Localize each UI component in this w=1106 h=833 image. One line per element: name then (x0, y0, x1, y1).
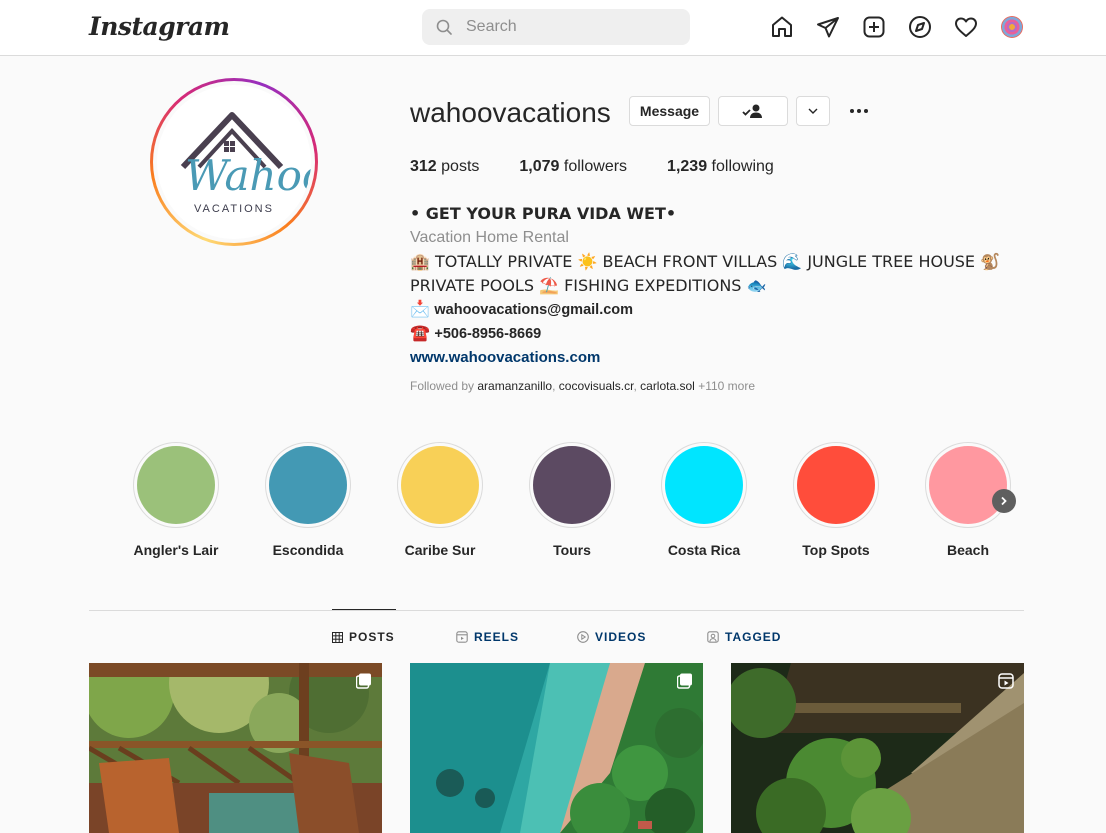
active-tab-indicator (332, 609, 396, 610)
bio-website-link[interactable]: www.wahoovacations.com (410, 349, 600, 366)
story-highlight[interactable]: Costa Rica (661, 442, 747, 558)
reel-icon (998, 673, 1014, 689)
highlight-label: Caribe Sur (404, 542, 476, 558)
new-post-icon[interactable] (862, 15, 886, 39)
highlight-cover (665, 446, 743, 524)
highlight-cover (269, 446, 347, 524)
story-highlight[interactable]: Escondida (265, 442, 351, 558)
bio-category: Vacation Home Rental (410, 229, 569, 246)
highlight-cover (401, 446, 479, 524)
highlight-label: Angler's Lair (133, 542, 219, 558)
home-icon[interactable] (770, 15, 794, 39)
tab-reels[interactable]: REELS (456, 630, 519, 644)
grid-icon (332, 631, 343, 643)
search-input[interactable] (466, 9, 676, 45)
following-button[interactable] (718, 96, 788, 126)
highlight-ring (661, 442, 747, 528)
profile-stats: 312 posts 1,079 followers 1,239 followin… (410, 158, 774, 176)
bio-line-amenities: 🏨 TOTALLY PRIVATE ☀️ BEACH FRONT VILLAS … (410, 252, 1001, 271)
search-bar[interactable] (422, 9, 690, 45)
paper-plane-icon[interactable] (816, 15, 840, 39)
highlight-label: Escondida (272, 542, 344, 558)
suggested-accounts-button[interactable] (796, 96, 830, 126)
highlight-ring (925, 442, 1011, 528)
explore-icon[interactable] (908, 15, 932, 39)
profile-bio: • GET YOUR PURA VIDA WET• Vacation Home … (410, 202, 1000, 370)
logo-sub-text: VACATIONS (194, 203, 274, 215)
message-button[interactable]: Message (629, 96, 710, 126)
carousel-icon (356, 673, 371, 689)
story-highlight[interactable]: Top Spots (793, 442, 879, 558)
highlight-ring (397, 442, 483, 528)
stat-followers[interactable]: 1,079 followers (519, 158, 627, 176)
palapa-garden-image (731, 663, 1024, 833)
profile-avatar-ring[interactable]: Wahoo VACATIONS (150, 78, 318, 246)
heart-icon[interactable] (954, 15, 978, 39)
reels-icon (456, 631, 468, 643)
search-icon (436, 19, 452, 35)
user-check-icon (742, 104, 762, 118)
bio-phone: +506-8956-8669 (434, 326, 542, 342)
highlight-cover (137, 446, 215, 524)
jungle-terrace-post[interactable] (89, 663, 382, 833)
top-navbar: Instagram (0, 0, 1106, 56)
profile-avatar[interactable] (1001, 16, 1023, 38)
bio-line-pools: PRIVATE POOLS ⛱️ FISHING EXPEDITIONS 🐟 (410, 276, 767, 295)
highlight-cover (533, 446, 611, 524)
highlight-label: Tours (553, 542, 591, 558)
more-options-icon[interactable] (847, 99, 871, 123)
logo-script-text: Wahoo (185, 151, 311, 200)
palapa-garden-post[interactable] (731, 663, 1024, 833)
instagram-logo[interactable]: Instagram (89, 12, 230, 41)
stat-following[interactable]: 1,239 following (667, 158, 774, 176)
tabs-divider (89, 610, 1024, 611)
story-highlight[interactable]: Caribe Sur (397, 442, 483, 558)
bio-email: wahoovacations@gmail.com (434, 302, 634, 318)
highlight-ring (529, 442, 615, 528)
envelope-icon: 📩 (410, 301, 430, 318)
highlight-cover (797, 446, 875, 524)
highlight-label: Top Spots (802, 542, 870, 558)
tab-tagged[interactable]: TAGGED (707, 630, 781, 644)
aerial-beach-post[interactable] (410, 663, 703, 833)
highlight-label: Beach (946, 542, 990, 558)
tab-posts[interactable]: POSTS (332, 630, 395, 644)
profile-picture: Wahoo VACATIONS (157, 85, 311, 239)
highlight-ring (133, 442, 219, 528)
highlight-ring (793, 442, 879, 528)
highlight-label: Costa Rica (667, 542, 741, 558)
story-highlight[interactable]: Angler's Lair (133, 442, 219, 558)
stat-posts[interactable]: 312 posts (410, 158, 479, 176)
jungle-terrace-image (89, 663, 382, 833)
bio-headline: • GET YOUR PURA VIDA WET• (410, 204, 677, 223)
chevron-down-icon (808, 108, 818, 114)
tagged-icon (707, 631, 719, 643)
highlight-ring (265, 442, 351, 528)
phone-icon: ☎️ (410, 325, 430, 342)
aerial-beach-image (410, 663, 703, 833)
tab-videos[interactable]: VIDEOS (577, 630, 646, 644)
chevron-right-icon (1001, 496, 1007, 506)
story-highlight[interactable]: Tours (529, 442, 615, 558)
carousel-icon (677, 673, 692, 689)
highlights-next-button[interactable] (992, 489, 1016, 513)
highlight-cover (929, 446, 1007, 524)
profile-username: wahoovacations (410, 97, 611, 128)
play-icon (577, 631, 589, 643)
followed-by[interactable]: Followed by aramanzanillo, cocovisuals.c… (410, 379, 755, 393)
